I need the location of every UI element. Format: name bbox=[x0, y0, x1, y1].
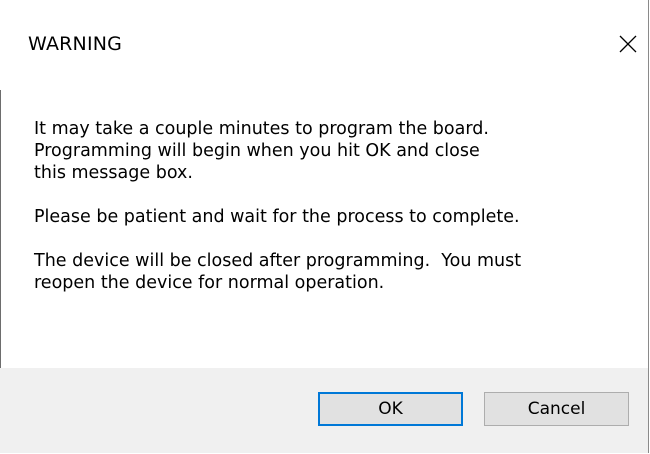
message-line: Please be patient and wait for the proce… bbox=[34, 207, 520, 227]
button-bar: OK Cancel bbox=[0, 368, 648, 453]
dialog-title: WARNING bbox=[28, 33, 123, 55]
message-line: this message box. bbox=[34, 163, 193, 183]
cancel-button[interactable]: Cancel bbox=[484, 392, 629, 426]
message-paragraph-2: Please be patient and wait for the proce… bbox=[34, 206, 624, 228]
message-body: It may take a couple minutes to program … bbox=[34, 118, 624, 316]
ok-button[interactable]: OK bbox=[318, 392, 463, 426]
message-line: reopen the device for normal operation. bbox=[34, 273, 385, 293]
message-dialog: WARNING It may take a couple minutes to … bbox=[0, 0, 649, 453]
message-line: It may take a couple minutes to program … bbox=[34, 119, 489, 139]
message-paragraph-1: It may take a couple minutes to program … bbox=[34, 118, 624, 184]
close-icon bbox=[619, 35, 637, 53]
message-line: Programming will begin when you hit OK a… bbox=[34, 141, 480, 161]
title-bar[interactable]: WARNING bbox=[0, 0, 648, 90]
close-button[interactable] bbox=[606, 22, 650, 66]
message-line: The device will be closed after programm… bbox=[34, 251, 522, 271]
message-paragraph-3: The device will be closed after programm… bbox=[34, 250, 624, 294]
